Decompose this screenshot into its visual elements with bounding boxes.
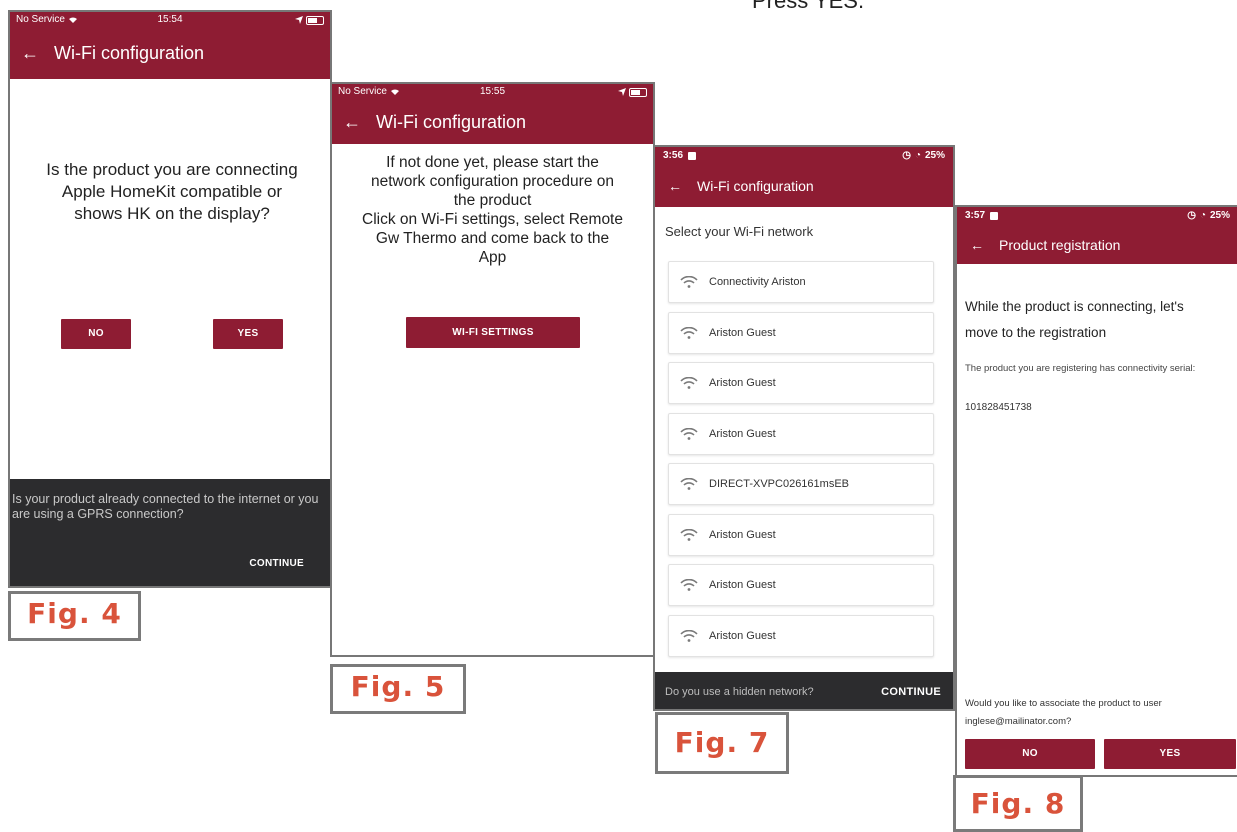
footer-panel: Do you use a hidden network? CONTINUE — [655, 672, 953, 709]
header: 3:57 ◷ ◔ 25% ← Product registration — [957, 207, 1237, 264]
wifi-signal-icon — [669, 579, 709, 591]
footer-text: Is your product already connected to the… — [12, 492, 319, 521]
fig-label-7: Fig. 7 — [655, 712, 789, 774]
top-caption: Press YES. — [752, 0, 912, 10]
page-title: Wi-Fi configuration — [697, 178, 814, 194]
continue-button[interactable]: CONTINUE — [249, 558, 304, 569]
battery-percent: 25% — [924, 150, 945, 161]
instruction-line: Click on Wi-Fi settings, select Remote — [362, 211, 623, 228]
network-name: DIRECT-XVPC026161msEB — [709, 478, 849, 490]
continue-button[interactable]: CONTINUE — [881, 686, 941, 698]
instructions-text: If not done yet, please start the networ… — [340, 153, 645, 267]
wifi-signal-icon — [669, 478, 709, 490]
footer-panel: Is your product already connected to the… — [10, 479, 330, 586]
header: 3:56 ◷ ◔ 25% ← Wi-Fi configuration — [655, 147, 953, 207]
alarm-icon: ◷ — [902, 150, 911, 161]
registration-heading: While the product is connecting, let's m… — [965, 294, 1237, 346]
app-bar: ← Wi-Fi configuration — [10, 28, 330, 79]
hidden-network-text: Do you use a hidden network? — [665, 686, 814, 698]
associate-text: Would you like to associate the product … — [965, 695, 1235, 731]
battery-icon — [629, 87, 647, 97]
wifi-signal-icon — [669, 377, 709, 389]
header: No Service 15:54 ← Wi-Fi configuration — [10, 12, 330, 79]
notification-icon — [688, 152, 697, 160]
serial-intro: The product you are registering has conn… — [965, 363, 1196, 374]
status-bar: No Service 15:54 — [10, 12, 330, 28]
app-bar: ← Wi-Fi configuration — [655, 165, 953, 207]
network-item[interactable]: Ariston Guest — [668, 513, 934, 556]
wifi-status-icon: ◔ — [914, 150, 921, 161]
wifi-signal-icon — [669, 629, 709, 642]
fig-label-5: Fig. 5 — [330, 664, 466, 714]
network-name: Ariston Guest — [709, 427, 776, 440]
heading-line: While the product is connecting, let's — [965, 299, 1184, 314]
status-bar: No Service 15:55 — [332, 84, 653, 100]
wifi-signal-icon — [669, 326, 709, 339]
fig-label-4: Fig. 4 — [8, 591, 141, 641]
network-item[interactable]: Ariston Guest — [668, 311, 934, 354]
instruction-line: App — [478, 249, 507, 266]
instruction-line: Gw Thermo and come back to the — [375, 230, 610, 247]
page-title: Wi-Fi configuration — [376, 111, 527, 132]
fig-label-8: Fig. 8 — [953, 775, 1083, 832]
wifi-signal-icon — [669, 427, 709, 440]
network-name: Ariston Guest — [709, 629, 776, 642]
network-name: Ariston Guest — [709, 528, 776, 541]
screen-fig4: No Service 15:54 ← Wi-Fi configuration I… — [8, 10, 332, 588]
network-name: Ariston Guest — [709, 326, 776, 339]
status-time: 3:56 — [663, 150, 684, 161]
notification-icon — [990, 212, 999, 220]
yes-button[interactable]: YES — [1104, 739, 1236, 769]
app-bar: ← Product registration — [957, 225, 1237, 264]
network-item[interactable]: Ariston Guest — [668, 614, 934, 657]
network-item[interactable]: Ariston Guest — [668, 362, 934, 404]
associate-line: inglese@mailinator.com? — [965, 716, 1072, 727]
wifi-status-icon: ◔ — [1199, 210, 1206, 221]
heading-line: move to the registration — [965, 325, 1107, 340]
back-arrow-icon[interactable]: ← — [10, 43, 50, 64]
wifi-signal-icon — [669, 528, 709, 541]
status-time: 15:55 — [479, 86, 506, 97]
status-bar: 3:56 ◷ ◔ 25% — [655, 147, 953, 165]
wifi-settings-button[interactable]: WI-FI SETTINGS — [406, 317, 580, 348]
network-name: Connectivity Ariston — [709, 276, 806, 288]
header: No Service 15:55 ← Wi-Fi configuration — [332, 84, 653, 144]
no-button[interactable]: NO — [61, 319, 131, 349]
app-bar: ← Wi-Fi configuration — [332, 100, 653, 144]
network-item[interactable]: Ariston Guest — [668, 564, 934, 606]
network-name: Ariston Guest — [709, 377, 776, 389]
page-title: Wi-Fi configuration — [54, 43, 205, 63]
network-name: Ariston Guest — [709, 579, 776, 591]
status-bar: 3:57 ◷ ◔ 25% — [957, 207, 1237, 225]
back-arrow-icon[interactable]: ← — [957, 237, 997, 253]
network-item[interactable]: DIRECT-XVPC026161msEB — [668, 463, 934, 505]
page-title: Product registration — [999, 236, 1121, 253]
back-arrow-icon[interactable]: ← — [655, 178, 695, 194]
back-arrow-icon[interactable]: ← — [332, 112, 372, 133]
wifi-signal-icon — [669, 276, 709, 288]
question-text: Is the product you are connecting Apple … — [46, 160, 298, 223]
instruction-line: If not done yet, please start the — [386, 154, 599, 171]
yes-button[interactable]: YES — [213, 319, 283, 349]
screen-fig5: No Service 15:55 ← Wi-Fi configuration I… — [330, 82, 655, 657]
status-time: 3:57 — [965, 210, 986, 221]
instruction-line: network configuration procedure on — [371, 173, 614, 190]
status-time: 15:54 — [157, 14, 183, 25]
screen-fig7: 3:56 ◷ ◔ 25% ← Wi-Fi configuration Selec… — [653, 145, 955, 711]
screen-fig8: 3:57 ◷ ◔ 25% ← Product registration Whil… — [955, 205, 1237, 777]
network-item[interactable]: Connectivity Ariston — [668, 261, 934, 303]
instruction-line: the product — [453, 192, 532, 209]
associate-line: Would you like to associate the product … — [965, 698, 1162, 709]
network-list-heading: Select your Wi-Fi network — [665, 224, 814, 239]
network-item[interactable]: Ariston Guest — [668, 412, 934, 455]
battery-percent: 25% — [1209, 210, 1230, 221]
battery-icon — [306, 15, 324, 25]
alarm-icon: ◷ — [1187, 210, 1196, 221]
serial-number: 101828451738 — [965, 402, 1032, 413]
no-button[interactable]: NO — [965, 739, 1095, 769]
